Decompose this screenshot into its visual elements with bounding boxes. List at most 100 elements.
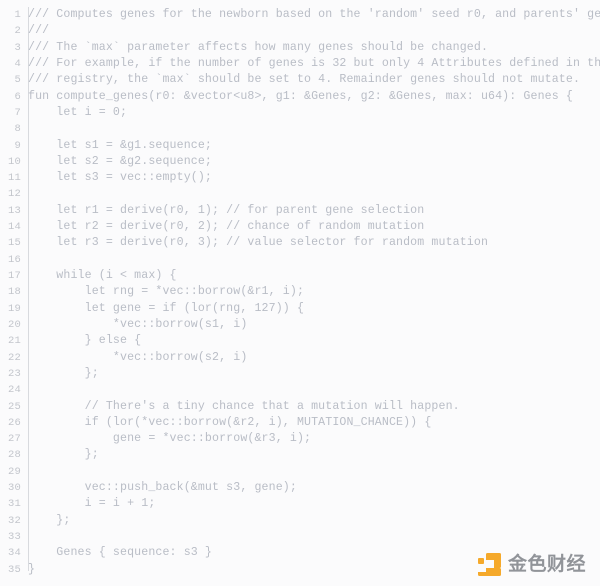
line-number: 3	[14, 41, 21, 54]
line-number: 13	[7, 204, 21, 217]
code-line-text[interactable]: let r2 = derive(r0, 2); // chance of ran…	[28, 219, 600, 235]
code-line[interactable]: 19 let gene = if (lor(rng, 127)) {	[0, 301, 600, 317]
line-number: 26	[7, 416, 21, 429]
line-number: 20	[7, 318, 21, 331]
line-number: 35	[7, 563, 21, 576]
code-line[interactable]: 6 fun compute_genes(r0: &vector<u8>, g1: …	[0, 89, 600, 105]
line-number: 17	[7, 270, 21, 282]
line-number: 6	[14, 90, 21, 103]
line-number: 15	[7, 237, 21, 250]
code-line-text[interactable]: };	[28, 366, 600, 382]
line-number: 1	[14, 9, 21, 21]
code-line[interactable]: 10 let s2 = &g2.sequence;	[0, 154, 600, 170]
line-number: 5	[14, 74, 21, 87]
line-number: 30	[7, 482, 21, 495]
code-line[interactable]: 15 let r3 = derive(r0, 3); // value sele…	[0, 235, 600, 251]
line-number: 28	[7, 449, 21, 462]
code-line[interactable]: 30 vec::push_back(&mut s3, gene);	[0, 480, 600, 496]
code-line[interactable]: 26 if (lor(*vec::borrow(&r2, i), MUTATIO…	[0, 415, 600, 431]
line-number: 12	[7, 188, 21, 201]
code-line[interactable]: 23 };	[0, 366, 600, 382]
code-line-text[interactable]: if (lor(*vec::borrow(&r2, i), MUTATION_C…	[28, 415, 600, 431]
code-line[interactable]: 18 let rng = *vec::borrow(&r1, i);	[0, 284, 600, 300]
code-line-text[interactable]: let gene = if (lor(rng, 127)) {	[28, 301, 600, 317]
code-line[interactable]: 12	[0, 186, 600, 202]
code-line-text[interactable]: ///	[28, 23, 600, 39]
line-number: 22	[7, 351, 21, 364]
code-line-text[interactable]: let r1 = derive(r0, 1); // for parent ge…	[28, 203, 600, 219]
code-line[interactable]: 2 ///	[0, 23, 600, 39]
logo-square-notch	[485, 560, 494, 568]
line-number: 32	[7, 514, 21, 527]
line-number: 21	[7, 335, 21, 348]
code-line[interactable]: 27 gene = *vec::borrow(&r3, i);	[0, 431, 600, 447]
code-line[interactable]: 8	[0, 121, 600, 137]
watermark-label: 金色财经	[507, 553, 586, 575]
line-number: 25	[7, 400, 21, 413]
code-screenshot: 1 /// Computes genes for the newborn base…	[0, 0, 600, 586]
code-line[interactable]: 16	[0, 252, 600, 268]
code-line-text[interactable]: let s3 = vec::empty();	[28, 170, 600, 186]
code-line[interactable]: 4 /// For example, if the number of genes…	[0, 56, 600, 72]
line-number: 10	[7, 155, 21, 168]
logo-bar-notch	[477, 568, 486, 572]
line-number: 8	[14, 123, 21, 136]
code-line-text[interactable]: /// The `max` parameter affects how many…	[28, 40, 600, 56]
code-line[interactable]: 1 /// Computes genes for the newborn base…	[0, 7, 600, 23]
jinse-logo-icon	[477, 553, 501, 576]
code-line[interactable]: 22 *vec::borrow(s2, i)	[0, 350, 600, 366]
line-number: 7	[14, 106, 21, 119]
code-line-text[interactable]: gene = *vec::borrow(&r3, i);	[28, 431, 600, 447]
code-line[interactable]: 21 } else {	[0, 333, 600, 349]
line-number: 14	[7, 221, 21, 234]
line-number: 29	[7, 465, 21, 478]
code-line[interactable]: 3 /// The `max` parameter affects how man…	[0, 40, 600, 56]
line-number: 4	[14, 57, 21, 70]
code-line-text[interactable]: vec::push_back(&mut s3, gene);	[28, 480, 600, 496]
code-line[interactable]: 11 let s3 = vec::empty();	[0, 170, 600, 186]
watermark: 金色财经	[477, 553, 586, 576]
code-line[interactable]: 13 let r1 = derive(r0, 1); // for parent…	[0, 203, 600, 219]
code-line-text[interactable]: };	[28, 447, 600, 463]
code-line-text[interactable]: let s1 = &g1.sequence;	[28, 138, 600, 154]
code-line-text[interactable]: let r3 = derive(r0, 3); // value selecto…	[28, 235, 600, 251]
code-line[interactable]: 28 };	[0, 447, 600, 463]
code-line[interactable]: 25 // There's a tiny chance that a mutat…	[0, 399, 600, 415]
code-line[interactable]: 14 let r2 = derive(r0, 2); // chance of …	[0, 219, 600, 235]
code-line-text[interactable]: /// registry, the `max` should be set to…	[28, 72, 600, 88]
code-editor-pane[interactable]: 1 /// Computes genes for the newborn base…	[0, 0, 600, 586]
code-line-text[interactable]: // There's a tiny chance that a mutation…	[28, 399, 600, 415]
code-line[interactable]: 29	[0, 464, 600, 480]
line-number: 18	[7, 286, 21, 299]
line-number: 34	[7, 547, 21, 560]
code-line[interactable]: 9 let s1 = &g1.sequence;	[0, 138, 600, 154]
line-number: 33	[7, 531, 21, 543]
code-line[interactable]: 5 /// registry, the `max` should be set t…	[0, 72, 600, 88]
code-line-text[interactable]: /// Computes genes for the newborn based…	[28, 7, 600, 23]
line-number: 2	[14, 25, 21, 38]
code-line[interactable]: 33	[0, 529, 600, 545]
code-line-text[interactable]: let s2 = &g2.sequence;	[28, 154, 600, 170]
code-line-text[interactable]: let rng = *vec::borrow(&r1, i);	[28, 284, 600, 300]
code-line-text[interactable]: let i = 0;	[28, 105, 600, 121]
code-line-text[interactable]: } else {	[28, 333, 600, 349]
line-number: 16	[7, 253, 21, 266]
code-line[interactable]: 7 let i = 0;	[0, 105, 600, 121]
code-line[interactable]: 31 i = i + 1;	[0, 496, 600, 512]
line-number: 27	[7, 433, 21, 446]
line-number: 23	[7, 367, 21, 380]
code-line-text[interactable]: *vec::borrow(s2, i)	[28, 350, 600, 366]
code-line-text[interactable]: *vec::borrow(s1, i)	[28, 317, 600, 333]
code-line-text[interactable]: i = i + 1;	[28, 496, 600, 512]
code-line[interactable]: 24	[0, 382, 600, 398]
code-line[interactable]: 20 *vec::borrow(s1, i)	[0, 317, 600, 333]
code-line[interactable]: 17 while (i < max) {	[0, 268, 600, 284]
code-line-text[interactable]: /// For example, if the number of genes …	[28, 56, 600, 72]
logo-square-small	[477, 558, 484, 564]
code-line-text[interactable]: };	[28, 513, 600, 529]
line-number: 9	[14, 139, 21, 152]
code-line[interactable]: 32 };	[0, 513, 600, 529]
code-line-text[interactable]: fun compute_genes(r0: &vector<u8>, g1: &…	[28, 89, 600, 105]
code-line-text[interactable]: while (i < max) {	[28, 268, 600, 284]
line-number: 24	[7, 384, 21, 397]
